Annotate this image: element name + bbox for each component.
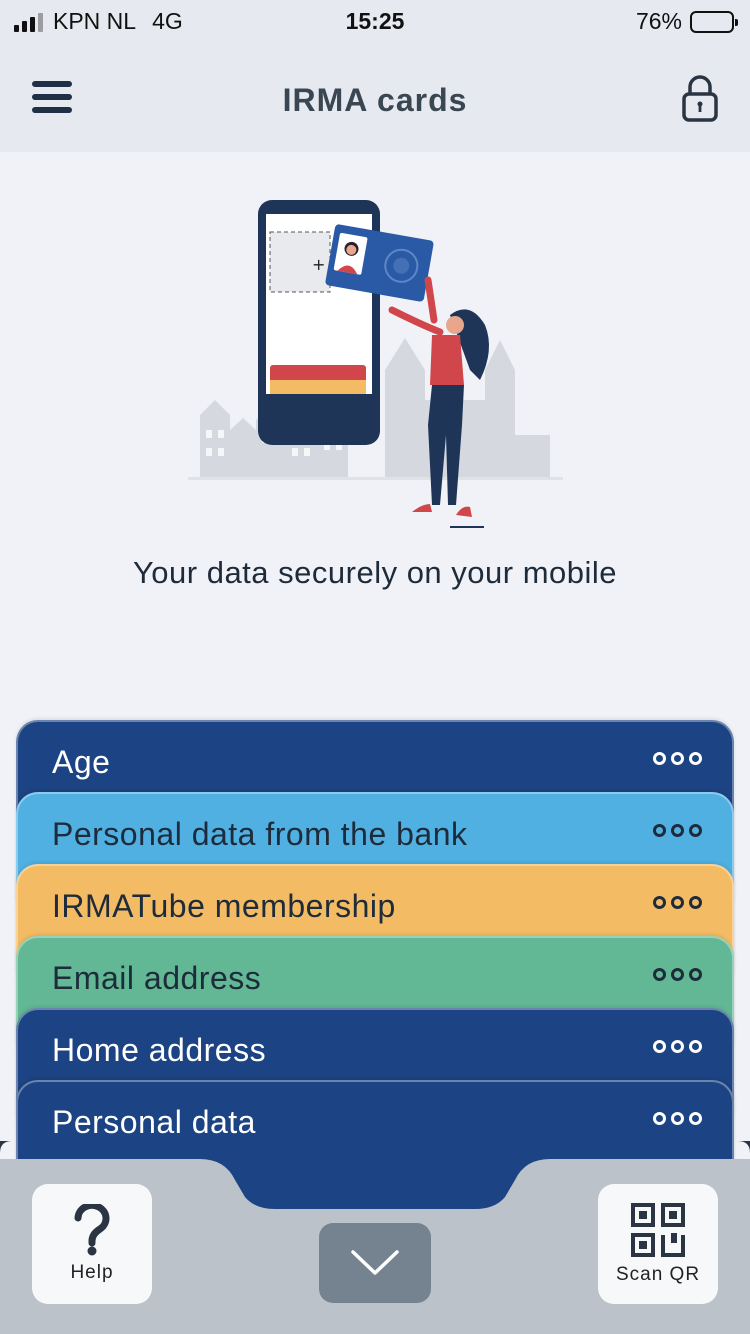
card-title: Email address [52,960,262,996]
card-title: Home address [52,1032,267,1068]
app-header: IRMA cards [0,44,750,152]
chevron-down-icon [351,1250,399,1275]
question-mark-icon [74,1204,110,1256]
more-options-icon[interactable] [653,1040,702,1053]
lock-icon[interactable] [680,74,720,124]
page-title: IRMA cards [282,82,468,118]
qr-code-icon [631,1203,685,1257]
tagline: Your data securely on your mobile [132,555,618,590]
scan-qr-button[interactable]: Scan QR [598,1184,718,1304]
svg-text:+: + [312,255,325,274]
card-title: IRMATube membership [52,888,396,924]
status-right: 76% [635,8,738,35]
hero-illustration: + [180,190,580,535]
more-options-icon[interactable] [653,1112,702,1125]
help-label: Help [70,1262,114,1283]
battery-percent: 76% [635,8,682,34]
card-title: Age [52,744,111,780]
status-bar: KPN NL 4G 15:25 76% [0,0,750,44]
more-options-icon[interactable] [653,896,702,909]
scan-qr-label: Scan QR [615,1264,701,1285]
battery-icon [690,10,738,33]
more-options-icon[interactable] [653,968,702,981]
help-button[interactable]: Help [32,1184,152,1304]
card-title: Personal data from the bank [52,816,468,852]
more-options-icon[interactable] [653,824,702,837]
collapse-cards-button[interactable] [319,1223,431,1303]
more-options-icon[interactable] [653,752,702,765]
